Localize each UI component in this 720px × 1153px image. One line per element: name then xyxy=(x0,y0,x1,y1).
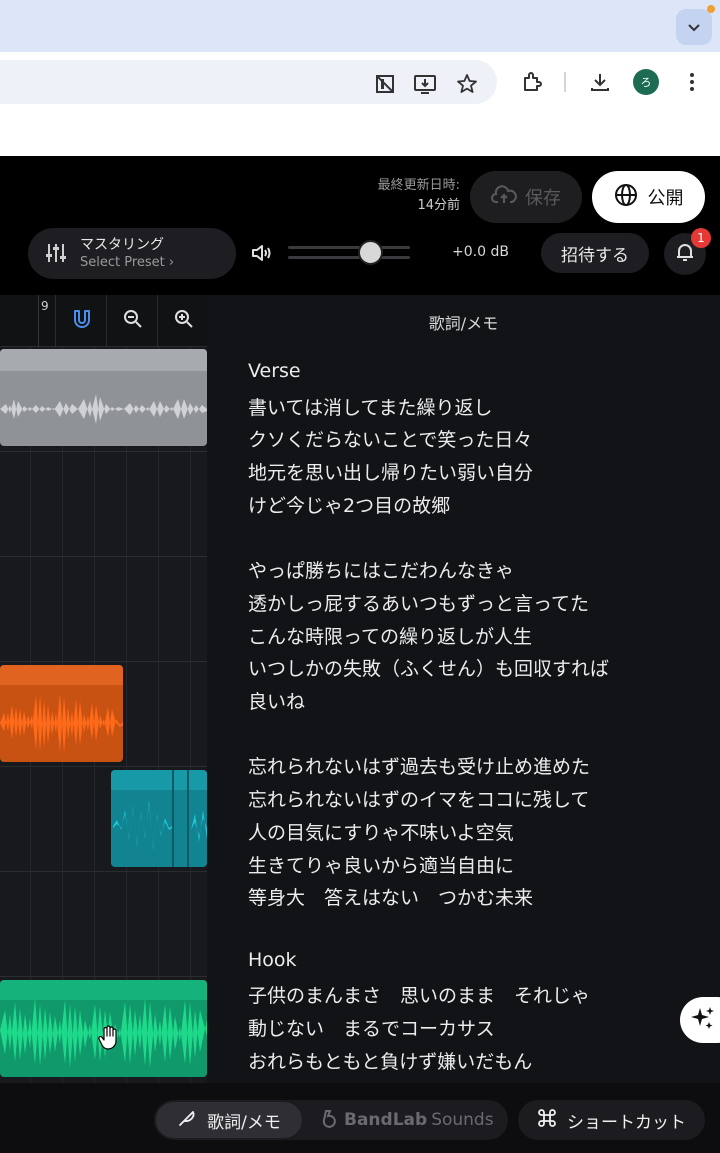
toolbar-divider xyxy=(564,72,566,92)
save-button[interactable]: 保存 xyxy=(470,171,582,223)
invite-button[interactable]: 招待する xyxy=(541,233,649,273)
waveform xyxy=(113,800,207,850)
mixer-sliders-icon xyxy=(44,241,68,269)
zoom-out-icon xyxy=(123,309,143,333)
profile-avatar[interactable]: ろ xyxy=(633,69,659,95)
lyric-line: やっぱ勝ちにはこだわんなきゃ xyxy=(248,560,515,583)
track-lane[interactable] xyxy=(0,767,207,872)
lyric-line: けど今じゃ2つ目の故郷 xyxy=(248,494,451,517)
no-tracking-icon[interactable] xyxy=(370,69,400,99)
lyric-line: 子供のまんまさ 思いのまま それじゃ xyxy=(248,985,591,1008)
zoom-in-button[interactable] xyxy=(157,295,207,347)
lyric-line: 忘れられないはずのイマをココに残して xyxy=(248,789,590,812)
lyric-line: クソくだらないことで笑った日々 xyxy=(248,429,533,452)
track-lane[interactable] xyxy=(0,557,207,662)
lyric-line: 書いては消してまた繰り返し xyxy=(248,396,493,419)
lyric-line: Hook xyxy=(248,948,297,971)
audio-clip-green[interactable] xyxy=(0,980,207,1077)
hand-cursor-icon xyxy=(98,1025,120,1055)
snap-magnet-button[interactable] xyxy=(55,295,107,347)
publish-button[interactable]: 公開 xyxy=(592,171,705,223)
lyric-line: 等身大 答えはない つかむ未来 xyxy=(248,887,534,910)
shortcuts-label: ショートカット xyxy=(567,1112,686,1133)
track-lane[interactable] xyxy=(0,347,207,452)
update-indicator xyxy=(707,5,715,13)
track-lane[interactable] xyxy=(0,452,207,557)
lyric-line: 生きてりゃ良いから適当自由に xyxy=(248,854,515,877)
lyric-line: こんな時限っての繰り返しが人生 xyxy=(248,625,533,648)
bottom-bar: 歌詞/メモ BandLab Sounds ショートカット xyxy=(0,1083,720,1153)
last-updated-value: 14分前 xyxy=(417,198,460,213)
waveform xyxy=(0,693,123,753)
more-vertical-icon[interactable] xyxy=(677,67,707,97)
mastering-title: マスタリング xyxy=(80,237,164,253)
zoom-out-button[interactable] xyxy=(106,295,158,347)
save-label: 保存 xyxy=(525,188,561,209)
bookmark-star-icon[interactable] xyxy=(452,69,482,99)
tab-search-button[interactable] xyxy=(676,9,712,45)
sounds-word: Sounds xyxy=(431,1110,494,1130)
sounds-brand: BandLab xyxy=(344,1110,428,1130)
audio-clip-orange[interactable] xyxy=(0,665,123,762)
last-updated-label: 最終更新日時: xyxy=(377,178,460,193)
last-updated: 最終更新日時: 14分前 xyxy=(378,176,460,216)
mastering-preset: Select Preset › xyxy=(80,255,175,270)
downloads-icon[interactable] xyxy=(585,67,615,97)
browser-toolbar: ろ xyxy=(0,52,720,156)
waveform xyxy=(0,394,207,424)
track-timeline[interactable]: 9 xyxy=(0,295,207,1083)
zoom-in-icon xyxy=(174,309,194,333)
audio-clip-cyan[interactable] xyxy=(111,770,207,867)
chevron-down-icon xyxy=(687,18,701,37)
track-lane[interactable] xyxy=(0,872,207,977)
lyric-line: 良いね xyxy=(248,691,306,713)
lyric-line: おれらもともと負けず嫌いだもん xyxy=(248,1050,533,1073)
sparkle-icon xyxy=(688,1004,716,1036)
panel-switcher: 歌詞/メモ BandLab Sounds xyxy=(154,1100,508,1140)
publish-label: 公開 xyxy=(647,188,684,209)
globe-icon xyxy=(614,183,638,212)
mastering-selector[interactable]: マスタリング Select Preset › xyxy=(28,228,236,279)
track-lane[interactable] xyxy=(0,662,207,767)
extensions-puzzle-icon[interactable] xyxy=(517,67,547,97)
lyric-line: 動じない まるでコーカサス xyxy=(248,1018,495,1040)
studio-app: 最終更新日時: 14分前 保存 公開 マスタリング Select Preset … xyxy=(0,156,720,1153)
speaker-icon[interactable] xyxy=(250,242,274,268)
lyric-line: 地元を思い出し帰りたい弱い自分 xyxy=(248,462,534,485)
lyrics-panel: 歌詞/メモ Verse 書いては消してまた繰り返しクソくだらないことで笑った日々地… xyxy=(207,295,720,1083)
timeline-ruler[interactable]: 9 xyxy=(0,295,207,347)
ai-assist-button[interactable] xyxy=(680,997,720,1043)
audio-clip-gray[interactable] xyxy=(0,349,207,446)
lyrics-tab[interactable]: 歌詞/メモ xyxy=(156,1102,302,1138)
lyric-line: 人の目気にすりゃ不味いよ空気 xyxy=(248,821,514,844)
lyric-line: Verse xyxy=(248,360,301,382)
bandlab-logo-icon xyxy=(320,1108,340,1133)
shortcuts-button[interactable]: ショートカット xyxy=(518,1100,705,1140)
notification-count-badge: 1 xyxy=(691,228,711,248)
cloud-upload-icon xyxy=(491,184,517,210)
bell-icon xyxy=(675,242,695,266)
bandlab-sounds-tab[interactable]: BandLab Sounds xyxy=(320,1100,494,1140)
browser-tab-strip xyxy=(0,0,720,52)
feather-pen-icon xyxy=(177,1108,197,1133)
lyrics-tab-label: 歌詞/メモ xyxy=(207,1112,281,1133)
lyric-line: 忘れられないはず過去も受け止め進めた xyxy=(248,756,591,779)
command-key-icon xyxy=(537,1108,557,1133)
ruler-bar-number: 9 xyxy=(41,299,49,313)
lyric-line: 透かしっ屁するあいつもずっと言ってた xyxy=(248,592,590,615)
lyric-line: いつしかの失敗（ふくせん）も回収すれば xyxy=(248,658,610,681)
volume-db-readout: +0.0 dB xyxy=(452,244,509,260)
volume-slider[interactable] xyxy=(288,240,410,265)
volume-knob[interactable] xyxy=(358,240,384,265)
track-lane[interactable] xyxy=(0,977,207,1083)
magnet-icon xyxy=(72,308,92,334)
lyrics-panel-title: 歌詞/メモ xyxy=(428,314,499,333)
install-app-icon[interactable] xyxy=(410,69,440,99)
